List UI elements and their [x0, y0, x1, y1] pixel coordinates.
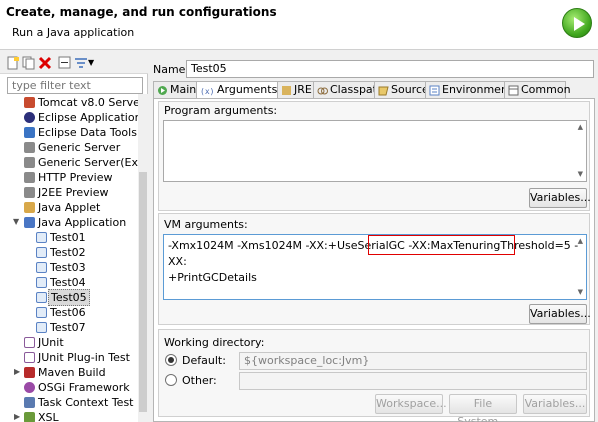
working-directory-label: Working directory: [164, 336, 265, 349]
configuration-editor: Name: Test05 Main (x)= Arguments JRE Cla… [150, 52, 598, 422]
duplicate-config-icon[interactable] [22, 56, 36, 70]
filter-icon[interactable] [74, 56, 88, 70]
config-toolbar: ▼ [0, 52, 148, 74]
java-class-icon [36, 292, 47, 303]
arguments-tab-icon: (x)= [200, 85, 219, 96]
chevron-right-icon[interactable]: ▶ [14, 368, 22, 376]
tab-source[interactable]: Source [374, 81, 429, 99]
server-icon [24, 187, 35, 198]
server-icon [24, 157, 35, 168]
eclipse-icon [24, 112, 35, 123]
dialog-title: Create, manage, and run configurations [6, 5, 277, 19]
delete-config-icon[interactable] [38, 56, 52, 70]
other-directory-field [239, 372, 587, 390]
applet-icon [24, 202, 35, 213]
scroll-down-icon[interactable]: ▼ [578, 288, 583, 296]
server-icon [24, 142, 35, 153]
workdir-variables-button[interactable]: Variables... [523, 394, 587, 414]
svg-text:(x)=: (x)= [200, 87, 214, 96]
working-directory-group: Working directory: Default: ${workspace_… [158, 329, 590, 422]
program-arguments-group: Program arguments: ▲ ▼ Variables... [158, 101, 591, 211]
java-class-icon [36, 322, 47, 333]
annotation-highlight-box [368, 235, 515, 255]
other-radio[interactable] [165, 374, 177, 386]
program-arguments-textarea[interactable] [163, 120, 587, 182]
dialog-subtitle: Run a Java application [12, 26, 135, 39]
arguments-panel: Program arguments: ▲ ▼ Variables... VM a… [153, 98, 595, 422]
configuration-list-panel: ▼ Tomcat v8.0 Server Eclipse Application… [0, 52, 148, 422]
tab-jre[interactable]: JRE [277, 81, 314, 99]
vm-arguments-group: VM arguments: -Xmx1024M -Xms1024M -XX:+U… [158, 213, 591, 325]
default-radio[interactable] [165, 354, 177, 366]
jre-tab-icon [281, 85, 292, 96]
dialog-header: Create, manage, and run configurations R… [0, 0, 598, 50]
vm-variables-button[interactable]: Variables... [529, 304, 591, 324]
chevron-down-icon[interactable]: ▼ [88, 58, 102, 72]
tab-common[interactable]: Common [504, 81, 571, 99]
filter-input[interactable] [7, 77, 143, 94]
run-icon [562, 8, 592, 38]
classpath-tab-icon [317, 85, 328, 96]
source-tab-icon [378, 85, 389, 96]
tab-classpath[interactable]: Classpath [313, 81, 384, 99]
config-tabs: Main (x)= Arguments JRE Classpath Source… [153, 81, 595, 100]
common-tab-icon [508, 85, 519, 96]
program-variables-button[interactable]: Variables... [529, 188, 591, 208]
scroll-down-icon[interactable]: ▼ [578, 170, 583, 178]
tab-environment[interactable]: Environment [425, 81, 512, 99]
junit-icon [24, 352, 35, 363]
program-arguments-label: Program arguments: [164, 104, 278, 117]
scroll-up-icon[interactable]: ▲ [578, 237, 583, 245]
configuration-tree: Tomcat v8.0 Server Eclipse Application E… [13, 96, 138, 422]
workspace-button[interactable]: Workspace... [375, 394, 447, 414]
chevron-down-icon[interactable]: ▼ [13, 218, 21, 226]
default-directory-field: ${workspace_loc:Jvm} [239, 352, 587, 370]
environment-tab-icon [429, 85, 440, 96]
task-icon [24, 397, 35, 408]
name-label: Name: [153, 63, 190, 76]
chevron-right-icon[interactable]: ▶ [14, 413, 22, 421]
junit-icon [24, 337, 35, 348]
tree-scrollbar[interactable] [138, 94, 148, 422]
default-label: Default: [182, 354, 226, 367]
scroll-thumb[interactable] [139, 172, 147, 412]
new-config-icon[interactable] [6, 56, 20, 70]
main-tab-icon [157, 85, 168, 96]
file-system-button[interactable]: File System... [449, 394, 517, 422]
datatools-icon [24, 127, 35, 138]
vm-args-text-line2: +PrintGCDetails [168, 271, 257, 284]
server-icon [24, 172, 35, 183]
tab-main[interactable]: Main [153, 81, 197, 99]
java-class-icon [36, 277, 47, 288]
java-class-icon [36, 262, 47, 273]
java-class-icon [36, 232, 47, 243]
maven-icon [24, 367, 35, 378]
scroll-up-icon[interactable]: ▲ [578, 123, 583, 131]
java-class-icon [36, 247, 47, 258]
java-app-icon [24, 217, 35, 228]
name-input[interactable]: Test05 [186, 60, 594, 78]
java-class-icon [36, 307, 47, 318]
vm-arguments-label: VM arguments: [164, 218, 248, 231]
other-label: Other: [182, 374, 217, 387]
xsl-icon [24, 412, 35, 422]
server-icon [24, 97, 35, 108]
osgi-icon [24, 382, 35, 393]
collapse-all-icon[interactable] [58, 56, 72, 70]
